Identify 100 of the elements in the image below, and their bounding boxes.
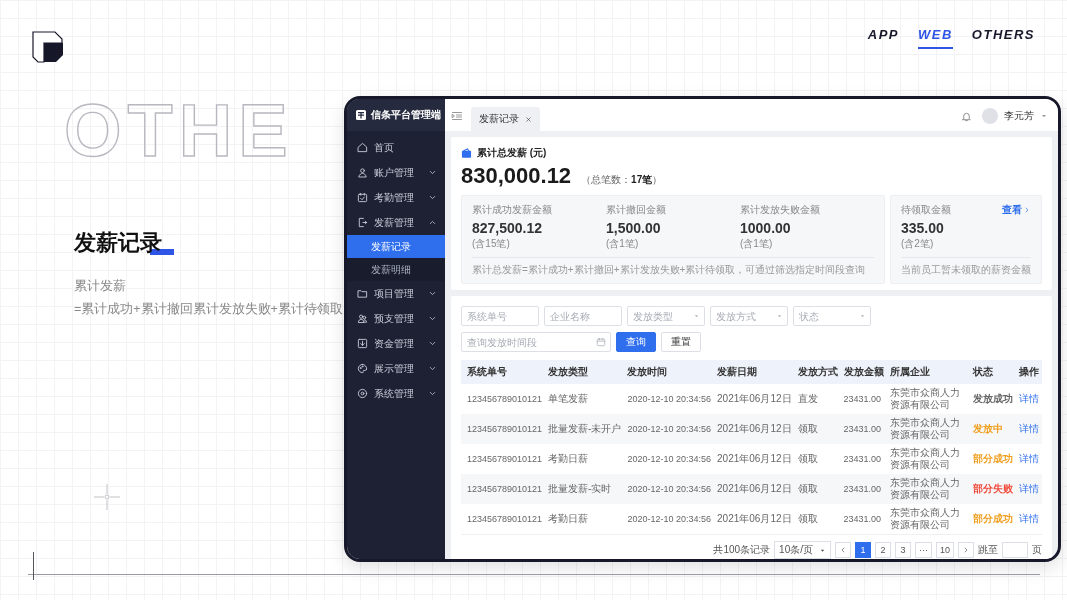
palette-icon: [357, 363, 368, 374]
stat-value: 827,500.12: [472, 220, 544, 236]
crosshair-icon: [94, 484, 120, 510]
page-size-select[interactable]: 10条/页: [774, 541, 831, 559]
table-cell: 领取: [794, 444, 841, 474]
prev-page-button[interactable]: [835, 542, 851, 558]
column-header: 操作: [1016, 360, 1042, 384]
table-cell: 123456789010121: [461, 384, 546, 414]
brand-icon: [355, 109, 367, 121]
menu-item[interactable]: 账户管理: [347, 160, 445, 185]
table-cell: 领取: [794, 504, 841, 534]
select-field[interactable]: 状态: [793, 306, 871, 326]
nav-link[interactable]: APP: [867, 27, 899, 49]
status-text: 部分成功: [973, 453, 1013, 464]
menu-item[interactable]: 发薪管理: [347, 210, 445, 235]
stat-label: 累计成功发薪金额: [472, 203, 553, 217]
table-cell: 2020-12-10 20:34:56: [624, 384, 714, 414]
avatar[interactable]: [982, 108, 998, 124]
calendar-icon: [357, 192, 368, 203]
submenu-item[interactable]: 发薪记录: [347, 235, 445, 258]
select-field[interactable]: 发放类型: [627, 306, 705, 326]
table-cell: 123456789010121: [461, 474, 546, 504]
wallet-icon: [461, 147, 472, 159]
user-icon: [357, 167, 368, 178]
table-cell: 2020-12-10 20:34:56: [624, 444, 714, 474]
caret-icon: [776, 312, 783, 320]
user-name: 李元芳: [1004, 109, 1034, 123]
page-button[interactable]: 3: [895, 542, 911, 558]
total-records: 共100条记录: [713, 543, 771, 557]
next-page-button[interactable]: [958, 542, 974, 558]
submenu-item[interactable]: 发薪明细: [347, 258, 445, 281]
formula-text: 累计发薪: [74, 278, 126, 295]
table-cell: 东莞市众商人力资源有限公司: [886, 474, 970, 504]
detail-link[interactable]: 详情: [1019, 513, 1039, 524]
table-cell: 23431.00: [840, 444, 887, 474]
stat-label: 待领取金额: [901, 203, 951, 217]
table-cell: 23431.00: [840, 474, 887, 504]
menu-item[interactable]: 预支管理: [347, 306, 445, 331]
page-button[interactable]: 10: [936, 542, 954, 558]
table-cell: 2021年06月12日: [714, 444, 795, 474]
close-icon[interactable]: [525, 115, 532, 123]
view-link[interactable]: 查看: [1002, 203, 1031, 217]
detail-link[interactable]: 详情: [1019, 393, 1039, 404]
page-button[interactable]: ···: [915, 542, 932, 558]
status-text: 部分成功: [973, 513, 1013, 524]
menu-fold-icon[interactable]: [451, 110, 463, 122]
stats-note: 当前员工暂未领取的薪资金额: [901, 257, 1031, 277]
nav-link[interactable]: OTHERS: [971, 27, 1035, 49]
menu-item[interactable]: 项目管理: [347, 281, 445, 306]
page-title: 发薪记录: [74, 229, 162, 257]
table-cell: 东莞市众商人力资源有限公司: [886, 504, 970, 534]
column-header: 发放金额: [840, 360, 887, 384]
table-cell: 123456789010121: [461, 504, 546, 534]
total-amount: 830,000.12: [461, 163, 572, 189]
caret-icon[interactable]: [1040, 112, 1048, 120]
menu-item[interactable]: 首页: [347, 135, 445, 160]
stats-note: 累计总发薪=累计成功+累计撤回+累计发放失败+累计待领取，可通过筛选指定时间段查询: [472, 257, 874, 277]
users-icon: [357, 313, 368, 324]
stat-count: (含15笔): [472, 237, 511, 251]
text-field[interactable]: 企业名称: [544, 306, 622, 326]
stat-value: 335.00: [901, 220, 945, 236]
query-button[interactable]: 查询: [616, 332, 656, 352]
table-cell: 领取: [794, 414, 841, 444]
table-cell: 2020-12-10 20:34:56: [624, 474, 714, 504]
formula-text: =累计成功+累计撤回累计发放失败+累计待领取: [74, 301, 343, 318]
logo-icon: [32, 31, 64, 63]
page-input[interactable]: [1002, 542, 1028, 558]
folder-icon: [357, 288, 368, 299]
detail-link[interactable]: 详情: [1019, 453, 1039, 464]
table-cell: 23431.00: [840, 504, 887, 534]
stat-value: 1,500.00: [606, 220, 662, 236]
menu-item[interactable]: 资金管理: [347, 331, 445, 356]
table-cell: 批量发薪-实时: [545, 474, 625, 504]
status-text: 发放中: [973, 423, 1003, 434]
stat-label: 累计发放失败金额: [740, 203, 821, 217]
status-text: 发放成功: [973, 393, 1013, 404]
table-cell: 批量发薪-未开户: [545, 414, 625, 444]
background-title: OTHE: [64, 94, 294, 168]
page-button[interactable]: 2: [875, 542, 891, 558]
page-button[interactable]: 1: [855, 542, 871, 558]
select-field[interactable]: 发放方式: [710, 306, 788, 326]
menu-item[interactable]: 考勤管理: [347, 185, 445, 210]
reset-button[interactable]: 重置: [661, 332, 701, 352]
column-header: 发放类型: [545, 360, 625, 384]
text-field[interactable]: 系统单号: [461, 306, 539, 326]
tab[interactable]: 发薪记录: [471, 107, 540, 131]
table-cell: 123456789010121: [461, 414, 546, 444]
table-cell: 东莞市众商人力资源有限公司: [886, 444, 970, 474]
menu-item[interactable]: 展示管理: [347, 356, 445, 381]
menu-item[interactable]: 系统管理: [347, 381, 445, 406]
summary-title: 累计总发薪 (元): [477, 146, 547, 160]
nav-link[interactable]: WEB: [918, 27, 953, 49]
table-cell: 考勤日薪: [545, 504, 625, 534]
table-cell: 123456789010121: [461, 444, 546, 474]
chevron-right-icon: [1023, 206, 1031, 214]
stat-count: (含1笔): [606, 237, 640, 251]
column-header: 发放方式: [794, 360, 841, 384]
date-field[interactable]: 查询发放时间段: [461, 332, 611, 352]
bell-icon[interactable]: [961, 110, 972, 122]
table-cell: 东莞市众商人力资源有限公司: [886, 384, 970, 414]
